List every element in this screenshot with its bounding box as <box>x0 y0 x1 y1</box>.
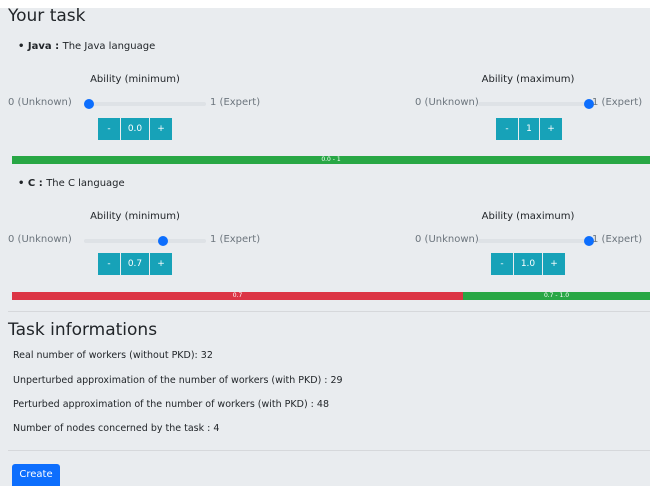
decrement-button[interactable]: - <box>98 118 120 140</box>
c-min-title: Ability (minimum) <box>90 211 180 222</box>
info-unperturbed: Unperturbed approximation of the number … <box>13 375 343 386</box>
skill-sep: : <box>55 41 60 52</box>
info-perturbed: Perturbed approximation of the number of… <box>13 399 329 410</box>
info-title: Task informations <box>8 320 158 340</box>
c-max-title: Ability (maximum) <box>481 211 575 222</box>
increment-button[interactable]: + <box>543 253 565 275</box>
skill-java-line: • Java : The Java language <box>18 41 155 52</box>
task-title: Your task <box>8 6 86 26</box>
slider-thumb[interactable] <box>158 236 168 246</box>
decrement-button[interactable]: - <box>496 118 518 140</box>
decrement-button[interactable]: - <box>491 253 513 275</box>
slider-left-label: 0 (Unknown) <box>415 234 479 245</box>
c-min-slider[interactable]: 0 (Unknown) 1 (Expert) <box>8 234 268 248</box>
java-max-slider[interactable]: 0 (Unknown) 1 (Expert) <box>415 97 650 111</box>
increment-button[interactable]: + <box>150 253 172 275</box>
stepper-value: 1.0 <box>513 253 543 275</box>
skill-description: The Java language <box>62 41 156 52</box>
java-max-title: Ability (maximum) <box>481 74 575 85</box>
top-strip <box>0 0 650 8</box>
c-range-bar-below: 0.7 <box>12 292 463 300</box>
info-real-workers: Real number of workers (without PKD): 32 <box>13 350 213 361</box>
skill-name: Java <box>27 41 52 52</box>
java-max-stepper: - 1 + <box>496 118 562 140</box>
slider-right-label: 1 (Expert) <box>210 97 261 108</box>
c-max-stepper: - 1.0 + <box>491 253 565 275</box>
c-range-bar-range: 0.7 - 1.0 <box>463 292 650 300</box>
slider-left-label: 0 (Unknown) <box>8 234 72 245</box>
slider-right-label: 1 (Expert) <box>592 97 643 108</box>
skill-bullet: • <box>18 178 28 189</box>
skill-bullet: • <box>18 41 28 52</box>
skill-sep: : <box>38 178 43 189</box>
divider <box>8 450 650 451</box>
create-button[interactable]: Create <box>12 464 60 486</box>
slider-left-label: 0 (Unknown) <box>415 97 479 108</box>
java-range-bar: 0.0 - 1 <box>12 156 650 164</box>
slider-track[interactable] <box>478 239 590 243</box>
slider-left-label: 0 (Unknown) <box>8 97 72 108</box>
java-min-slider[interactable]: 0 (Unknown) 1 (Expert) <box>8 97 268 111</box>
slider-track[interactable] <box>84 102 206 106</box>
skill-c-line: • C : The C language <box>18 178 125 189</box>
info-nodes: Number of nodes concerned by the task : … <box>13 423 220 434</box>
slider-right-label: 1 (Expert) <box>210 234 261 245</box>
skill-description: The C language <box>46 178 125 189</box>
divider <box>8 311 650 312</box>
stepper-value: 0.7 <box>120 253 150 275</box>
stepper-value: 1 <box>518 118 540 140</box>
slider-track[interactable] <box>478 102 590 106</box>
stepper-value: 0.0 <box>120 118 150 140</box>
c-max-slider[interactable]: 0 (Unknown) 1 (Expert) <box>415 234 650 248</box>
c-min-stepper: - 0.7 + <box>98 253 172 275</box>
java-min-stepper: - 0.0 + <box>98 118 172 140</box>
decrement-button[interactable]: - <box>98 253 120 275</box>
slider-right-label: 1 (Expert) <box>592 234 643 245</box>
java-min-title: Ability (minimum) <box>90 74 180 85</box>
slider-track[interactable] <box>84 239 206 243</box>
slider-thumb[interactable] <box>84 99 94 109</box>
increment-button[interactable]: + <box>150 118 172 140</box>
increment-button[interactable]: + <box>540 118 562 140</box>
